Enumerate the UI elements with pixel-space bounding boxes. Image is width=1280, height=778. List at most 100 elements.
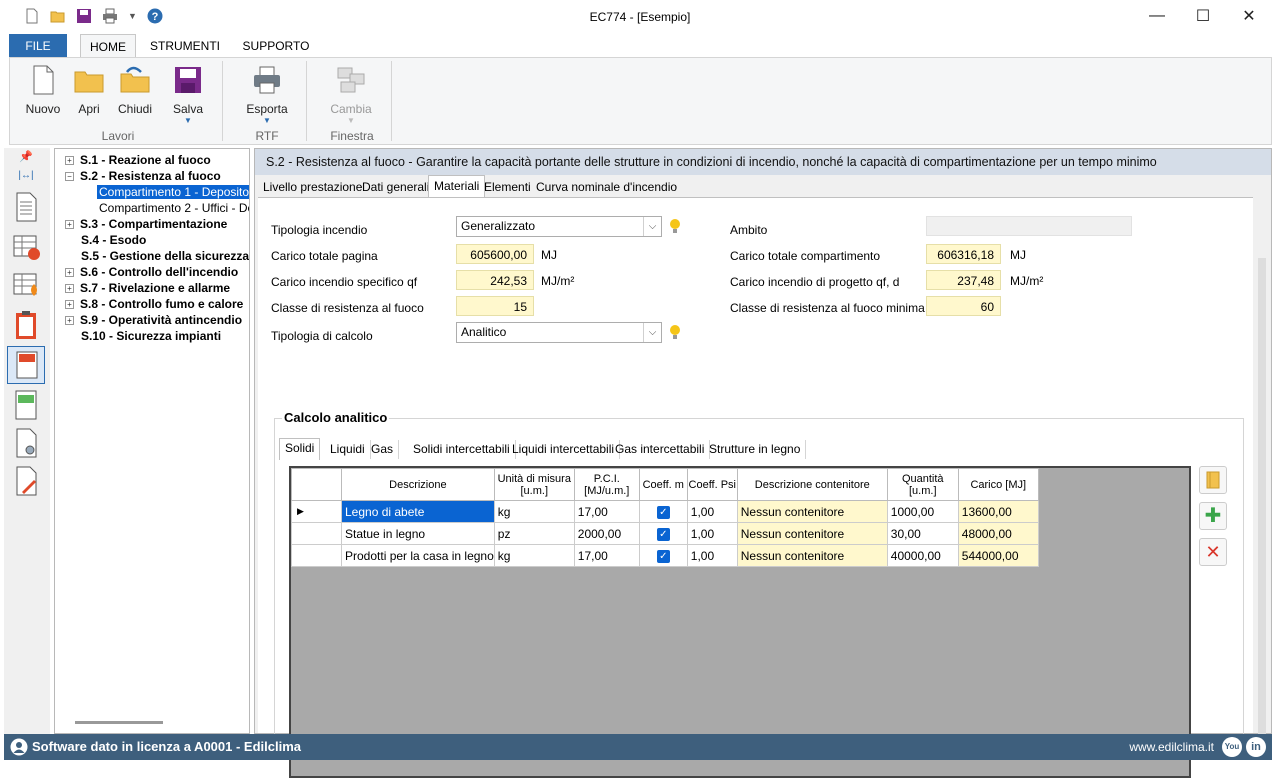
cell-contenitore[interactable]: Nessun contenitore — [736, 522, 888, 545]
cell-pci[interactable]: 17,00 — [573, 500, 640, 523]
cell-quantita[interactable]: 1000,00 — [886, 500, 959, 523]
checkbox-checked-icon[interactable]: ✓ — [656, 528, 670, 541]
cell-quantita[interactable]: 40000,00 — [886, 544, 959, 567]
fire-table-icon[interactable] — [12, 270, 40, 300]
expand-plus-icon[interactable]: + — [65, 300, 74, 310]
expand-plus-icon[interactable]: + — [65, 284, 74, 294]
tab-liquidi-intercettabili[interactable]: Liquidi intercettabili — [507, 440, 621, 459]
tab-gas[interactable]: Gas — [366, 440, 400, 459]
tab-gas-intercettabili[interactable]: Gas intercettabili — [610, 440, 711, 459]
cell-pci[interactable]: 17,00 — [573, 544, 640, 567]
cell-coeff-psi[interactable]: 1,00 — [686, 522, 738, 545]
col-quantita[interactable]: Quantità [u.m.] — [886, 468, 959, 501]
minimize-button[interactable]: — — [1134, 0, 1180, 32]
tree-item-s2[interactable]: − S.2 - Resistenza al fuoco — [65, 168, 221, 184]
collapse-minus-icon[interactable]: − — [65, 172, 74, 182]
vertical-scrollbar[interactable] — [1258, 258, 1266, 746]
col-contenitore[interactable]: Descrizione contenitore — [736, 468, 888, 501]
esporta-button[interactable]: Esporta ▼ — [242, 64, 292, 125]
salva-dropdown-icon[interactable]: ▼ — [163, 116, 213, 125]
close-button[interactable]: ✕ — [1226, 0, 1272, 32]
tree-item-s7[interactable]: + S.7 - Rivelazione e allarme — [65, 280, 230, 296]
tree-item-s1[interactable]: + S.1 - Reazione al fuoco — [65, 152, 211, 168]
active-section-button[interactable] — [7, 346, 45, 384]
tab-dati-generali[interactable]: Dati generali — [357, 177, 434, 197]
tree-item-s6[interactable]: + S.6 - Controllo dell'incendio — [65, 264, 238, 280]
esporta-dropdown-icon[interactable]: ▼ — [242, 116, 292, 125]
maximize-button[interactable]: ☐ — [1180, 0, 1226, 32]
tab-solidi[interactable]: Solidi — [279, 438, 321, 460]
tree-item-s10[interactable]: S.10 - Sicurezza impianti — [81, 328, 221, 344]
nuovo-button[interactable]: Nuovo — [18, 64, 68, 116]
tree-item-s5[interactable]: S.5 - Gestione della sicurezza — [81, 248, 249, 264]
tab-liquidi[interactable]: Liquidi — [325, 440, 371, 459]
cell-coeff-psi[interactable]: 1,00 — [686, 500, 738, 523]
youtube-icon[interactable]: You — [1222, 737, 1242, 757]
tree-item-compartimento-2[interactable]: Compartimento 2 - Uffici - Depos — [99, 200, 249, 216]
checkbox-checked-icon[interactable]: ✓ — [656, 550, 670, 563]
cell-descrizione[interactable]: Prodotti per la casa in legno — [341, 544, 495, 567]
table-row[interactable]: Statue in legno pz 2000,00 ✓ 1,00 Nessun… — [291, 522, 1039, 545]
report-green-icon[interactable] — [12, 390, 40, 420]
library-button[interactable] — [1199, 466, 1227, 494]
col-descrizione[interactable]: Descrizione — [341, 468, 495, 501]
tree-item-s8[interactable]: + S.8 - Controllo fumo e calore — [65, 296, 243, 312]
expand-plus-icon[interactable]: + — [65, 316, 74, 326]
tab-strutture-legno[interactable]: Strutture in legno — [704, 440, 807, 459]
cell-descrizione[interactable]: Statue in legno — [341, 522, 495, 545]
tab-elementi[interactable]: Elementi — [479, 177, 536, 197]
table-row[interactable]: ▶ Legno di abete kg 17,00 ✓ 1,00 Nessun … — [291, 500, 1039, 523]
col-coeff-psi[interactable]: Coeff. Psi — [686, 468, 738, 501]
table-row[interactable]: Prodotti per la casa in legno kg 17,00 ✓… — [291, 544, 1039, 567]
tab-curva-nominale[interactable]: Curva nominale d'incendio — [531, 177, 682, 197]
website-link[interactable]: www.edilclima.it — [1129, 740, 1214, 754]
cell-coeff-m[interactable]: ✓ — [638, 522, 688, 545]
cell-coeff-m[interactable]: ✓ — [638, 544, 688, 567]
table-calc-icon[interactable] — [12, 232, 40, 262]
delete-row-button[interactable]: ✕ — [1199, 538, 1227, 566]
tab-supporto[interactable]: SUPPORTO — [236, 34, 316, 58]
tree-item-s3[interactable]: + S.3 - Compartimentazione — [65, 216, 227, 232]
tree-item-s4[interactable]: S.4 - Esodo — [81, 232, 146, 248]
document-icon[interactable] — [12, 192, 40, 222]
document-edit-icon[interactable] — [12, 466, 40, 496]
cell-coeff-m[interactable]: ✓ — [638, 500, 688, 523]
checkbox-checked-icon[interactable]: ✓ — [656, 506, 670, 519]
expand-icon[interactable]: |↔| — [12, 170, 40, 184]
apri-button[interactable]: Apri — [64, 64, 114, 116]
chevron-down-icon[interactable]: ⌵ — [643, 217, 661, 236]
tree-item-compartimento-1[interactable]: Compartimento 1 - Deposito mat — [97, 184, 249, 200]
add-row-button[interactable]: ✚ — [1199, 502, 1227, 530]
tree-horizontal-scrollbar[interactable] — [75, 721, 163, 724]
clipboard-icon[interactable] — [12, 310, 40, 340]
tab-strumenti[interactable]: STRUMENTI — [145, 34, 225, 58]
tree-item-s9[interactable]: + S.9 - Operatività antincendio — [65, 312, 242, 328]
chevron-down-icon[interactable]: ⌵ — [643, 323, 661, 342]
col-unita[interactable]: Unità di misura [u.m.] — [493, 468, 575, 501]
lightbulb-icon[interactable] — [669, 218, 681, 234]
expand-plus-icon[interactable]: + — [65, 268, 74, 278]
cell-contenitore[interactable]: Nessun contenitore — [736, 544, 888, 567]
tab-file[interactable]: FILE — [9, 34, 67, 58]
cell-contenitore[interactable]: Nessun contenitore — [736, 500, 888, 523]
tab-solidi-intercettabili[interactable]: Solidi intercettabili — [408, 440, 516, 459]
col-carico[interactable]: Carico [MJ] — [957, 468, 1039, 501]
cell-unita[interactable]: pz — [493, 522, 575, 545]
cell-unita[interactable]: kg — [493, 544, 575, 567]
tipologia-incendio-select[interactable]: Generalizzato ⌵ — [456, 216, 662, 237]
cell-quantita[interactable]: 30,00 — [886, 522, 959, 545]
chiudi-button[interactable]: Chiudi — [110, 64, 160, 116]
tab-home[interactable]: HOME — [80, 34, 136, 58]
cell-pci[interactable]: 2000,00 — [573, 522, 640, 545]
lightbulb-icon[interactable] — [669, 324, 681, 340]
cell-unita[interactable]: kg — [493, 500, 575, 523]
pin-icon[interactable]: 📌 — [12, 150, 40, 164]
tab-livello-prestazione[interactable]: Livello prestazione — [258, 177, 367, 197]
expand-plus-icon[interactable]: + — [65, 156, 74, 166]
linkedin-icon[interactable]: in — [1246, 737, 1266, 757]
col-coeff-m[interactable]: Coeff. m — [638, 468, 688, 501]
salva-button[interactable]: Salva ▼ — [163, 64, 213, 125]
tab-materiali[interactable]: Materiali — [428, 175, 486, 197]
expand-plus-icon[interactable]: + — [65, 220, 74, 230]
cell-descrizione[interactable]: Legno di abete — [341, 500, 495, 523]
